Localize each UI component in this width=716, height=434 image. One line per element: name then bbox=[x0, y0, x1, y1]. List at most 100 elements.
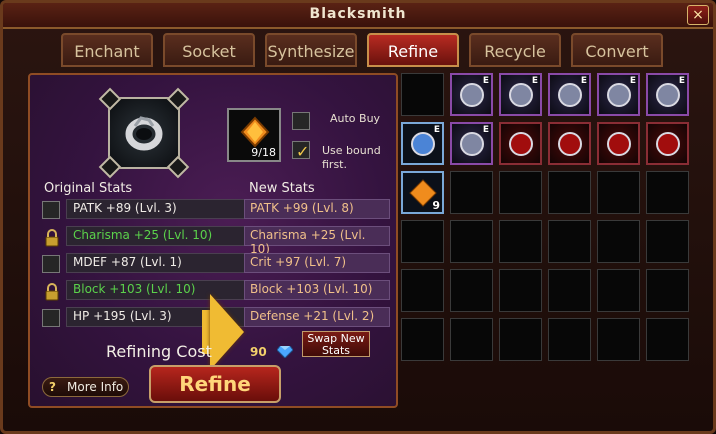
inventory-slot[interactable] bbox=[548, 220, 591, 263]
stat-text: Block +103 (Lvl. 10) bbox=[250, 282, 373, 296]
tab-refine[interactable]: Refine bbox=[367, 33, 459, 67]
selected-item-slot[interactable] bbox=[98, 87, 190, 179]
tab-label: Convert bbox=[585, 42, 649, 61]
amber-gem-icon bbox=[240, 116, 270, 148]
frame-corner bbox=[166, 87, 190, 111]
inventory-slot[interactable] bbox=[548, 171, 591, 214]
inventory-slot[interactable] bbox=[646, 171, 689, 214]
tab-label: Refine bbox=[387, 42, 439, 61]
inventory-slot[interactable]: E bbox=[499, 73, 542, 116]
stat-lock-checkbox[interactable] bbox=[42, 255, 60, 273]
stat-lock-checkbox[interactable] bbox=[42, 309, 60, 327]
inventory-slot[interactable] bbox=[548, 318, 591, 361]
stat-text: Crit +97 (Lvl. 7) bbox=[250, 255, 347, 269]
inventory-slot[interactable] bbox=[499, 269, 542, 312]
inventory-slot[interactable] bbox=[401, 73, 444, 116]
frame-corner bbox=[98, 155, 122, 179]
auto-buy-checkbox[interactable] bbox=[292, 112, 310, 130]
stat-text: MDEF +87 (Lvl. 1) bbox=[73, 255, 182, 269]
original-stat-row: PATK +89 (Lvl. 3) bbox=[66, 199, 256, 219]
stat-text: PATK +99 (Lvl. 8) bbox=[250, 201, 354, 215]
lock-icon[interactable] bbox=[42, 228, 62, 248]
stat-text: Charisma +25 (Lvl. 10) bbox=[250, 228, 366, 256]
equipped-badge: E bbox=[678, 76, 685, 86]
title-bar: Blacksmith × bbox=[3, 3, 713, 29]
stat-text: Block +103 (Lvl. 10) bbox=[73, 282, 196, 296]
swap-new-stats-button[interactable]: Swap New Stats bbox=[302, 331, 370, 357]
use-bound-label: Use bound first. bbox=[322, 144, 381, 171]
close-button[interactable]: × bbox=[687, 5, 709, 25]
use-bound-checkbox[interactable]: ✓ bbox=[292, 141, 310, 161]
equipped-badge: E bbox=[482, 125, 489, 135]
inventory-slot[interactable] bbox=[499, 171, 542, 214]
question-icon: ? bbox=[49, 380, 56, 394]
red-item-icon bbox=[607, 132, 631, 156]
inventory-slot[interactable]: E bbox=[401, 122, 444, 165]
refining-cost-label: Refining Cost bbox=[106, 342, 212, 361]
inventory-slot[interactable] bbox=[646, 122, 689, 165]
arrow-right-icon bbox=[210, 294, 244, 370]
tab-label: Socket bbox=[182, 42, 236, 61]
inventory-slot[interactable] bbox=[401, 269, 444, 312]
original-stats-title: Original Stats bbox=[44, 181, 133, 196]
original-stat-row: MDEF +87 (Lvl. 1) bbox=[66, 253, 256, 273]
inventory-slot[interactable]: E bbox=[450, 73, 493, 116]
inventory-slot[interactable] bbox=[499, 220, 542, 263]
stat-text: Defense +21 (Lvl. 2) bbox=[250, 309, 375, 323]
blacksmith-window: Blacksmith × Enchant Socket Synthesize R… bbox=[0, 0, 716, 434]
tab-recycle[interactable]: Recycle bbox=[469, 33, 561, 67]
inventory-slot[interactable] bbox=[597, 171, 640, 214]
tab-convert[interactable]: Convert bbox=[571, 33, 663, 67]
inventory-slot[interactable] bbox=[597, 220, 640, 263]
tab-enchant[interactable]: Enchant bbox=[61, 33, 153, 67]
inventory-slot[interactable] bbox=[450, 318, 493, 361]
tab-synthesize[interactable]: Synthesize bbox=[265, 33, 357, 67]
inventory-slot[interactable] bbox=[450, 171, 493, 214]
equipped-badge: E bbox=[433, 125, 440, 135]
stat-text: Charisma +25 (Lvl. 10) bbox=[73, 228, 213, 242]
inventory-slot[interactable] bbox=[646, 318, 689, 361]
refine-button[interactable]: Refine bbox=[149, 365, 281, 403]
stat-text: HP +195 (Lvl. 3) bbox=[73, 309, 172, 323]
refining-stone-slot[interactable]: 9/18 bbox=[227, 108, 281, 162]
inventory-slot[interactable] bbox=[548, 269, 591, 312]
more-info-button[interactable]: ? More Info bbox=[42, 377, 129, 397]
diamond-icon bbox=[277, 346, 293, 358]
lock-icon[interactable] bbox=[42, 282, 62, 302]
inventory-slot[interactable] bbox=[597, 269, 640, 312]
inventory-slot[interactable] bbox=[597, 318, 640, 361]
red-item-icon bbox=[656, 132, 680, 156]
new-stat-row: Charisma +25 (Lvl. 10) bbox=[244, 226, 390, 256]
inventory-slot[interactable] bbox=[646, 220, 689, 263]
tab-bar: Enchant Socket Synthesize Refine Recycle… bbox=[61, 33, 701, 69]
inventory-slot[interactable]: E bbox=[450, 122, 493, 165]
inventory-slot[interactable] bbox=[401, 220, 444, 263]
new-stat-row: Defense +21 (Lvl. 2) bbox=[244, 307, 390, 327]
inventory-slot[interactable] bbox=[450, 269, 493, 312]
auto-buy-label: Auto Buy bbox=[330, 112, 381, 125]
stat-lock-checkbox[interactable] bbox=[42, 201, 60, 219]
inventory-slot[interactable] bbox=[597, 122, 640, 165]
ring-icon bbox=[125, 116, 163, 151]
inventory-slot[interactable]: E bbox=[597, 73, 640, 116]
inventory-slot[interactable] bbox=[646, 269, 689, 312]
inventory-slot[interactable] bbox=[499, 318, 542, 361]
inventory-slot[interactable]: E bbox=[646, 73, 689, 116]
inventory-slot[interactable]: 9 bbox=[401, 171, 444, 214]
red-item-icon bbox=[509, 132, 533, 156]
inventory-slot[interactable] bbox=[450, 220, 493, 263]
tab-label: Enchant bbox=[74, 42, 140, 61]
new-stat-row: Crit +97 (Lvl. 7) bbox=[244, 253, 390, 273]
inventory-slot[interactable] bbox=[548, 122, 591, 165]
close-icon: × bbox=[692, 7, 704, 23]
red-item-icon bbox=[558, 132, 582, 156]
inventory-slot[interactable]: E bbox=[548, 73, 591, 116]
new-stat-row: PATK +99 (Lvl. 8) bbox=[244, 199, 390, 219]
equipped-badge: E bbox=[531, 76, 538, 86]
tab-label: Synthesize bbox=[267, 42, 355, 61]
new-stat-row: Block +103 (Lvl. 10) bbox=[244, 280, 390, 300]
tab-socket[interactable]: Socket bbox=[163, 33, 255, 67]
inventory-slot[interactable] bbox=[499, 122, 542, 165]
inventory-slot[interactable] bbox=[401, 318, 444, 361]
tab-label: Recycle bbox=[484, 42, 546, 61]
